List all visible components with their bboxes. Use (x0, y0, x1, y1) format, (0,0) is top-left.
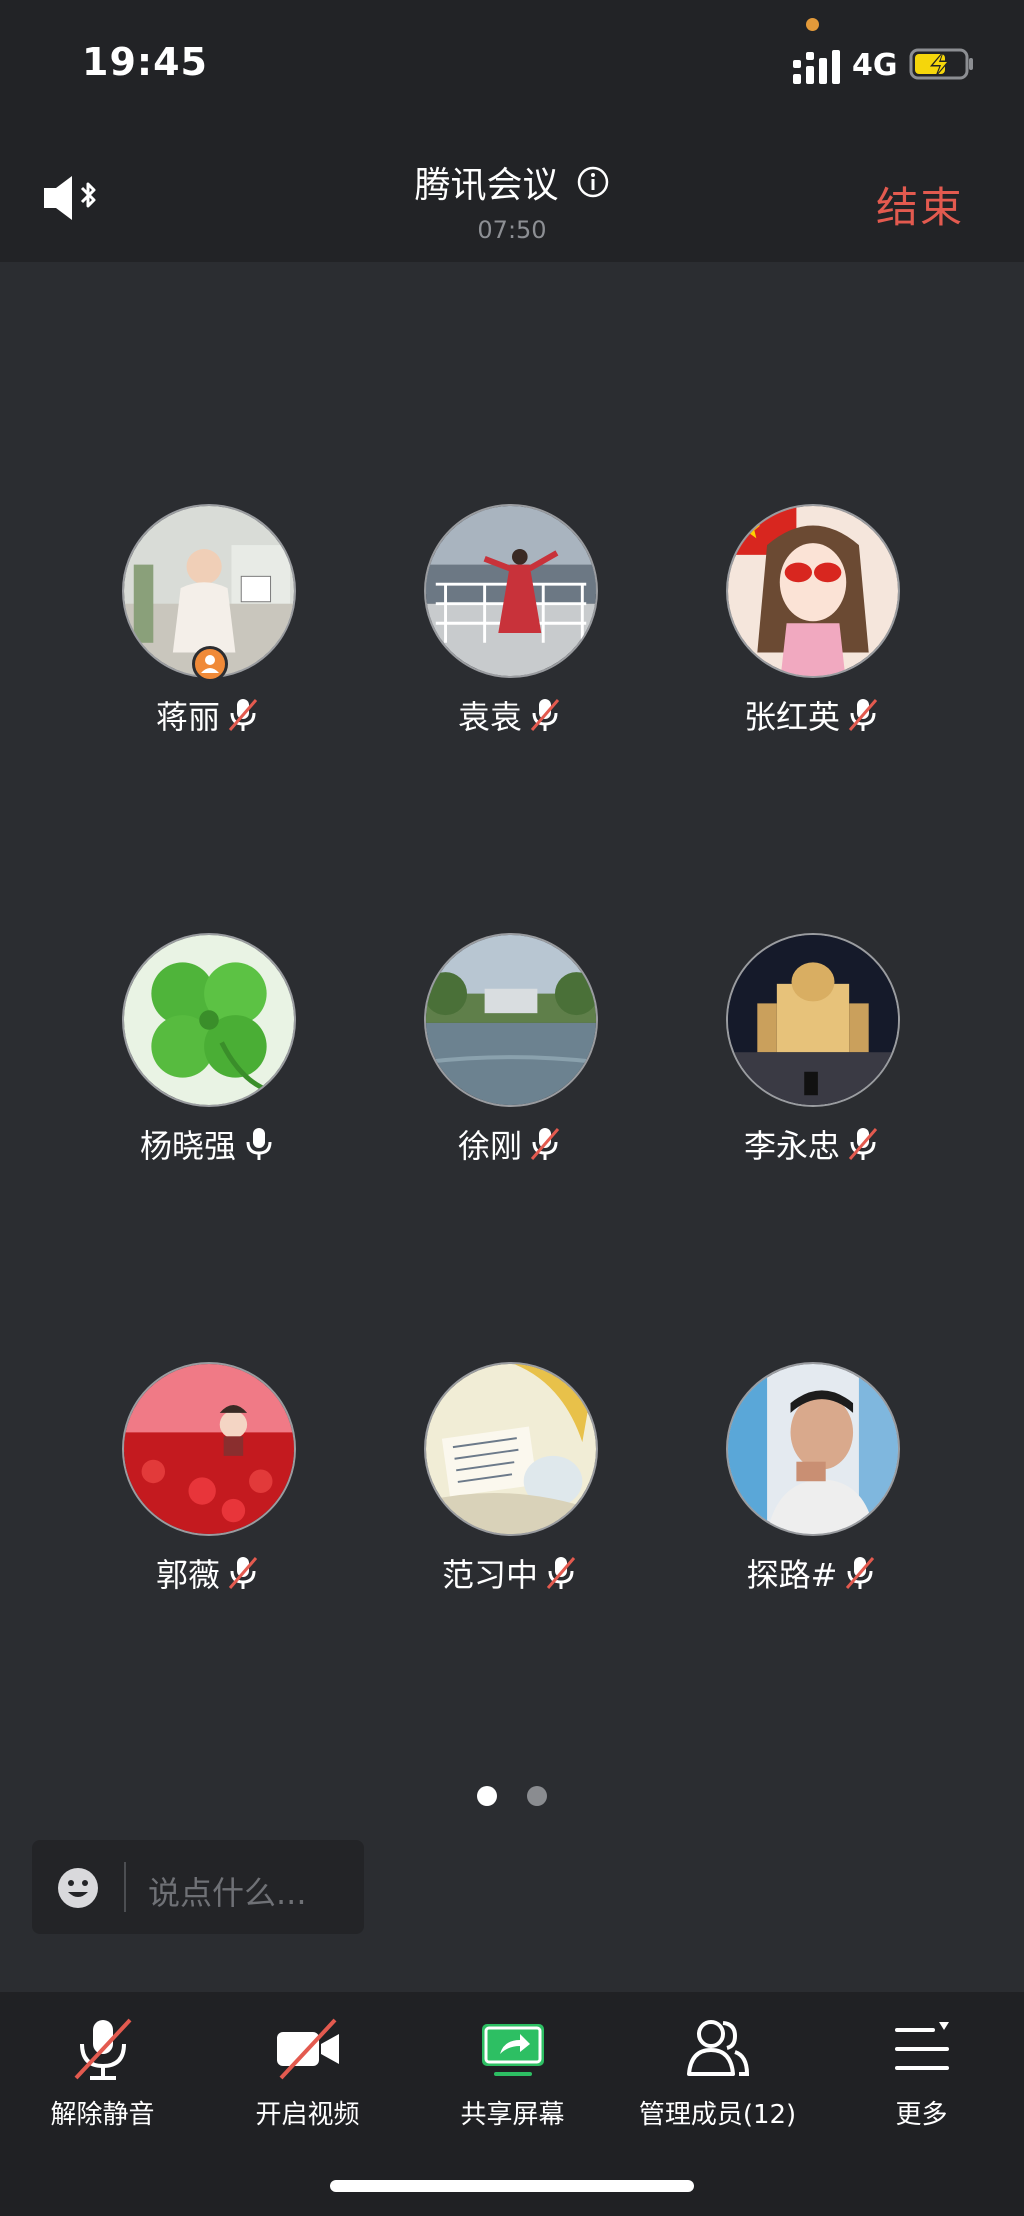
participant-tile[interactable]: 李永忠 (702, 933, 922, 1193)
participant-name-row: 杨晓强 (98, 1121, 318, 1167)
participant-name-row: 徐刚 (400, 1121, 620, 1167)
participant-name-row: 袁袁 (400, 692, 620, 738)
participant-name: 蒋丽 (155, 698, 220, 736)
participant-name: 郭薇 (155, 1556, 220, 1594)
participant-tile[interactable]: 范习中 (400, 1362, 620, 1622)
network-type: 4G (852, 48, 898, 83)
camera-off-icon (276, 2018, 339, 2080)
participant-tile[interactable]: 袁袁 (400, 504, 620, 764)
avatar (726, 933, 900, 1107)
participant-name-row: 蒋丽 (98, 692, 318, 738)
more-menu-icon (894, 2022, 949, 2070)
start-video-label: 开启视频 (255, 2100, 360, 2130)
privacy-indicator-dot (806, 18, 819, 31)
share-screen-button[interactable]: 共享屏幕 (410, 2014, 615, 2134)
mic-muted-icon (74, 2018, 131, 2080)
mic-muted-icon (530, 699, 560, 731)
meeting-title: 腾讯会议 (414, 165, 559, 206)
participant-name: 杨晓强 (139, 1127, 236, 1165)
avatar (726, 504, 900, 678)
chat-input[interactable]: 说点什么... (32, 1840, 364, 1934)
meeting-duration: 07:50 (477, 216, 547, 244)
mic-muted-icon (846, 1557, 875, 1589)
start-video-button[interactable]: 开启视频 (205, 2014, 410, 2134)
avatar (424, 504, 598, 678)
page-dot-active[interactable] (477, 1786, 498, 1806)
participant-name-row: 李永忠 (702, 1121, 922, 1167)
home-indicator[interactable] (330, 2180, 694, 2192)
mic-muted-icon (848, 699, 878, 731)
participant-tile[interactable]: 徐刚 (400, 933, 620, 1193)
participant-name-row: 郭薇 (98, 1550, 318, 1596)
mic-muted-icon (228, 1557, 258, 1589)
participant-tile[interactable]: 探路# (702, 1362, 922, 1622)
unmute-button[interactable]: 解除静音 (0, 2014, 205, 2134)
chat-placeholder: 说点什么... (148, 1874, 307, 1912)
participant-name-row: 范习中 (400, 1550, 620, 1596)
avatar (122, 1362, 296, 1536)
participant-name: 李永忠 (743, 1127, 840, 1165)
more-label: 更多 (895, 2100, 948, 2130)
mic-on-icon (246, 1128, 272, 1160)
participant-name: 探路# (746, 1556, 838, 1594)
mic-muted-icon (848, 1128, 878, 1160)
info-icon[interactable] (576, 165, 610, 199)
participant-grid: 蒋丽 袁袁 张红英 杨晓强 徐刚 李永忠 郭薇 范习中 探路# (0, 262, 1024, 1762)
members-icon (686, 2020, 749, 2076)
participant-name: 范习中 (441, 1556, 538, 1594)
manage-members-button[interactable]: 管理成员(12) (615, 2014, 820, 2134)
mic-muted-icon (530, 1128, 560, 1160)
share-screen-label: 共享屏幕 (460, 2100, 565, 2130)
participant-name: 袁袁 (457, 698, 522, 736)
share-screen-icon (481, 2024, 544, 2076)
avatar (122, 933, 296, 1107)
participant-tile[interactable]: 杨晓强 (98, 933, 318, 1193)
battery-charging-icon (909, 48, 973, 80)
mic-muted-icon (228, 699, 258, 731)
meeting-header: 腾讯会议 07:50 结束 (0, 130, 1024, 262)
status-bar: 19:45 4G (0, 0, 1024, 130)
cellular-signal-icon (793, 50, 840, 84)
avatar (424, 1362, 598, 1536)
participant-tile[interactable]: 张红英 (702, 504, 922, 764)
status-time: 19:45 (82, 40, 208, 84)
participant-tile[interactable]: 蒋丽 (98, 504, 318, 764)
avatar (726, 1362, 900, 1536)
participant-name: 徐刚 (457, 1127, 522, 1165)
chat-divider (124, 1862, 126, 1912)
participant-tile[interactable]: 郭薇 (98, 1362, 318, 1622)
participant-name-row: 探路# (702, 1550, 922, 1596)
unmute-label: 解除静音 (50, 2100, 155, 2130)
page-indicator (0, 1786, 1024, 1806)
emoji-icon[interactable] (56, 1866, 100, 1910)
manage-members-label: 管理成员(12) (638, 2100, 797, 2130)
avatar (424, 933, 598, 1107)
participant-name: 张红英 (743, 698, 840, 736)
mic-muted-icon (546, 1557, 576, 1589)
page-dot-inactive[interactable] (526, 1786, 547, 1806)
participant-name-row: 张红英 (702, 692, 922, 738)
more-button[interactable]: 更多 (819, 2014, 1024, 2134)
end-meeting-button[interactable]: 结束 (876, 174, 964, 235)
host-badge-icon (192, 646, 228, 682)
